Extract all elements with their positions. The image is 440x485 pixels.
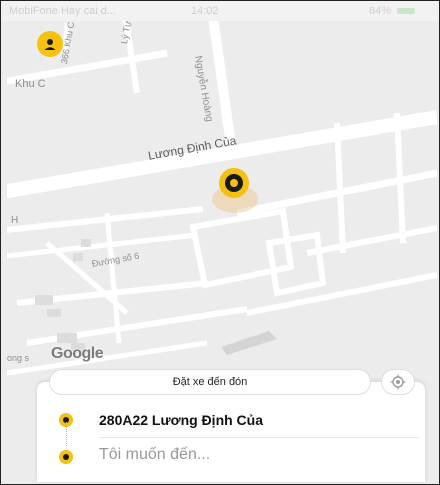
user-icon — [44, 39, 56, 50]
pickup-address: 280A22 Lương Định Của — [99, 412, 264, 428]
crosshair-icon — [390, 374, 406, 390]
row-divider — [99, 437, 419, 438]
book-pickup-button[interactable]: Đặt xe đến đón — [49, 369, 371, 395]
google-logo: Google — [51, 345, 104, 362]
destination-dot-icon — [59, 450, 73, 464]
carrier-label: MobiFone Hay cai d... — [9, 5, 116, 17]
map-label-left-cut-2: ong s — [7, 353, 30, 363]
destination-input[interactable]: Tôi muốn đến... — [99, 446, 210, 464]
pickup-row[interactable]: 280A22 Lương Định Của — [37, 403, 425, 437]
status-bar: MobiFone Hay cai d... 14:02 84% — [1, 1, 439, 21]
map-label-left-cut-1: H — [11, 215, 19, 226]
battery-icon — [397, 8, 415, 14]
locate-me-button[interactable] — [381, 369, 415, 395]
pickup-pin-icon — [219, 168, 249, 198]
profile-button[interactable] — [37, 31, 63, 57]
destination-row[interactable]: Tôi muốn đến... — [37, 440, 425, 474]
app-frame: Khu C 366 Khu C Lý Tự Hàn Nguyễn Hoàng L… — [0, 0, 440, 485]
clock: 14:02 — [191, 5, 219, 17]
map-label-khu-c: Khu C — [15, 78, 46, 90]
battery-percent: 84% — [369, 5, 392, 17]
